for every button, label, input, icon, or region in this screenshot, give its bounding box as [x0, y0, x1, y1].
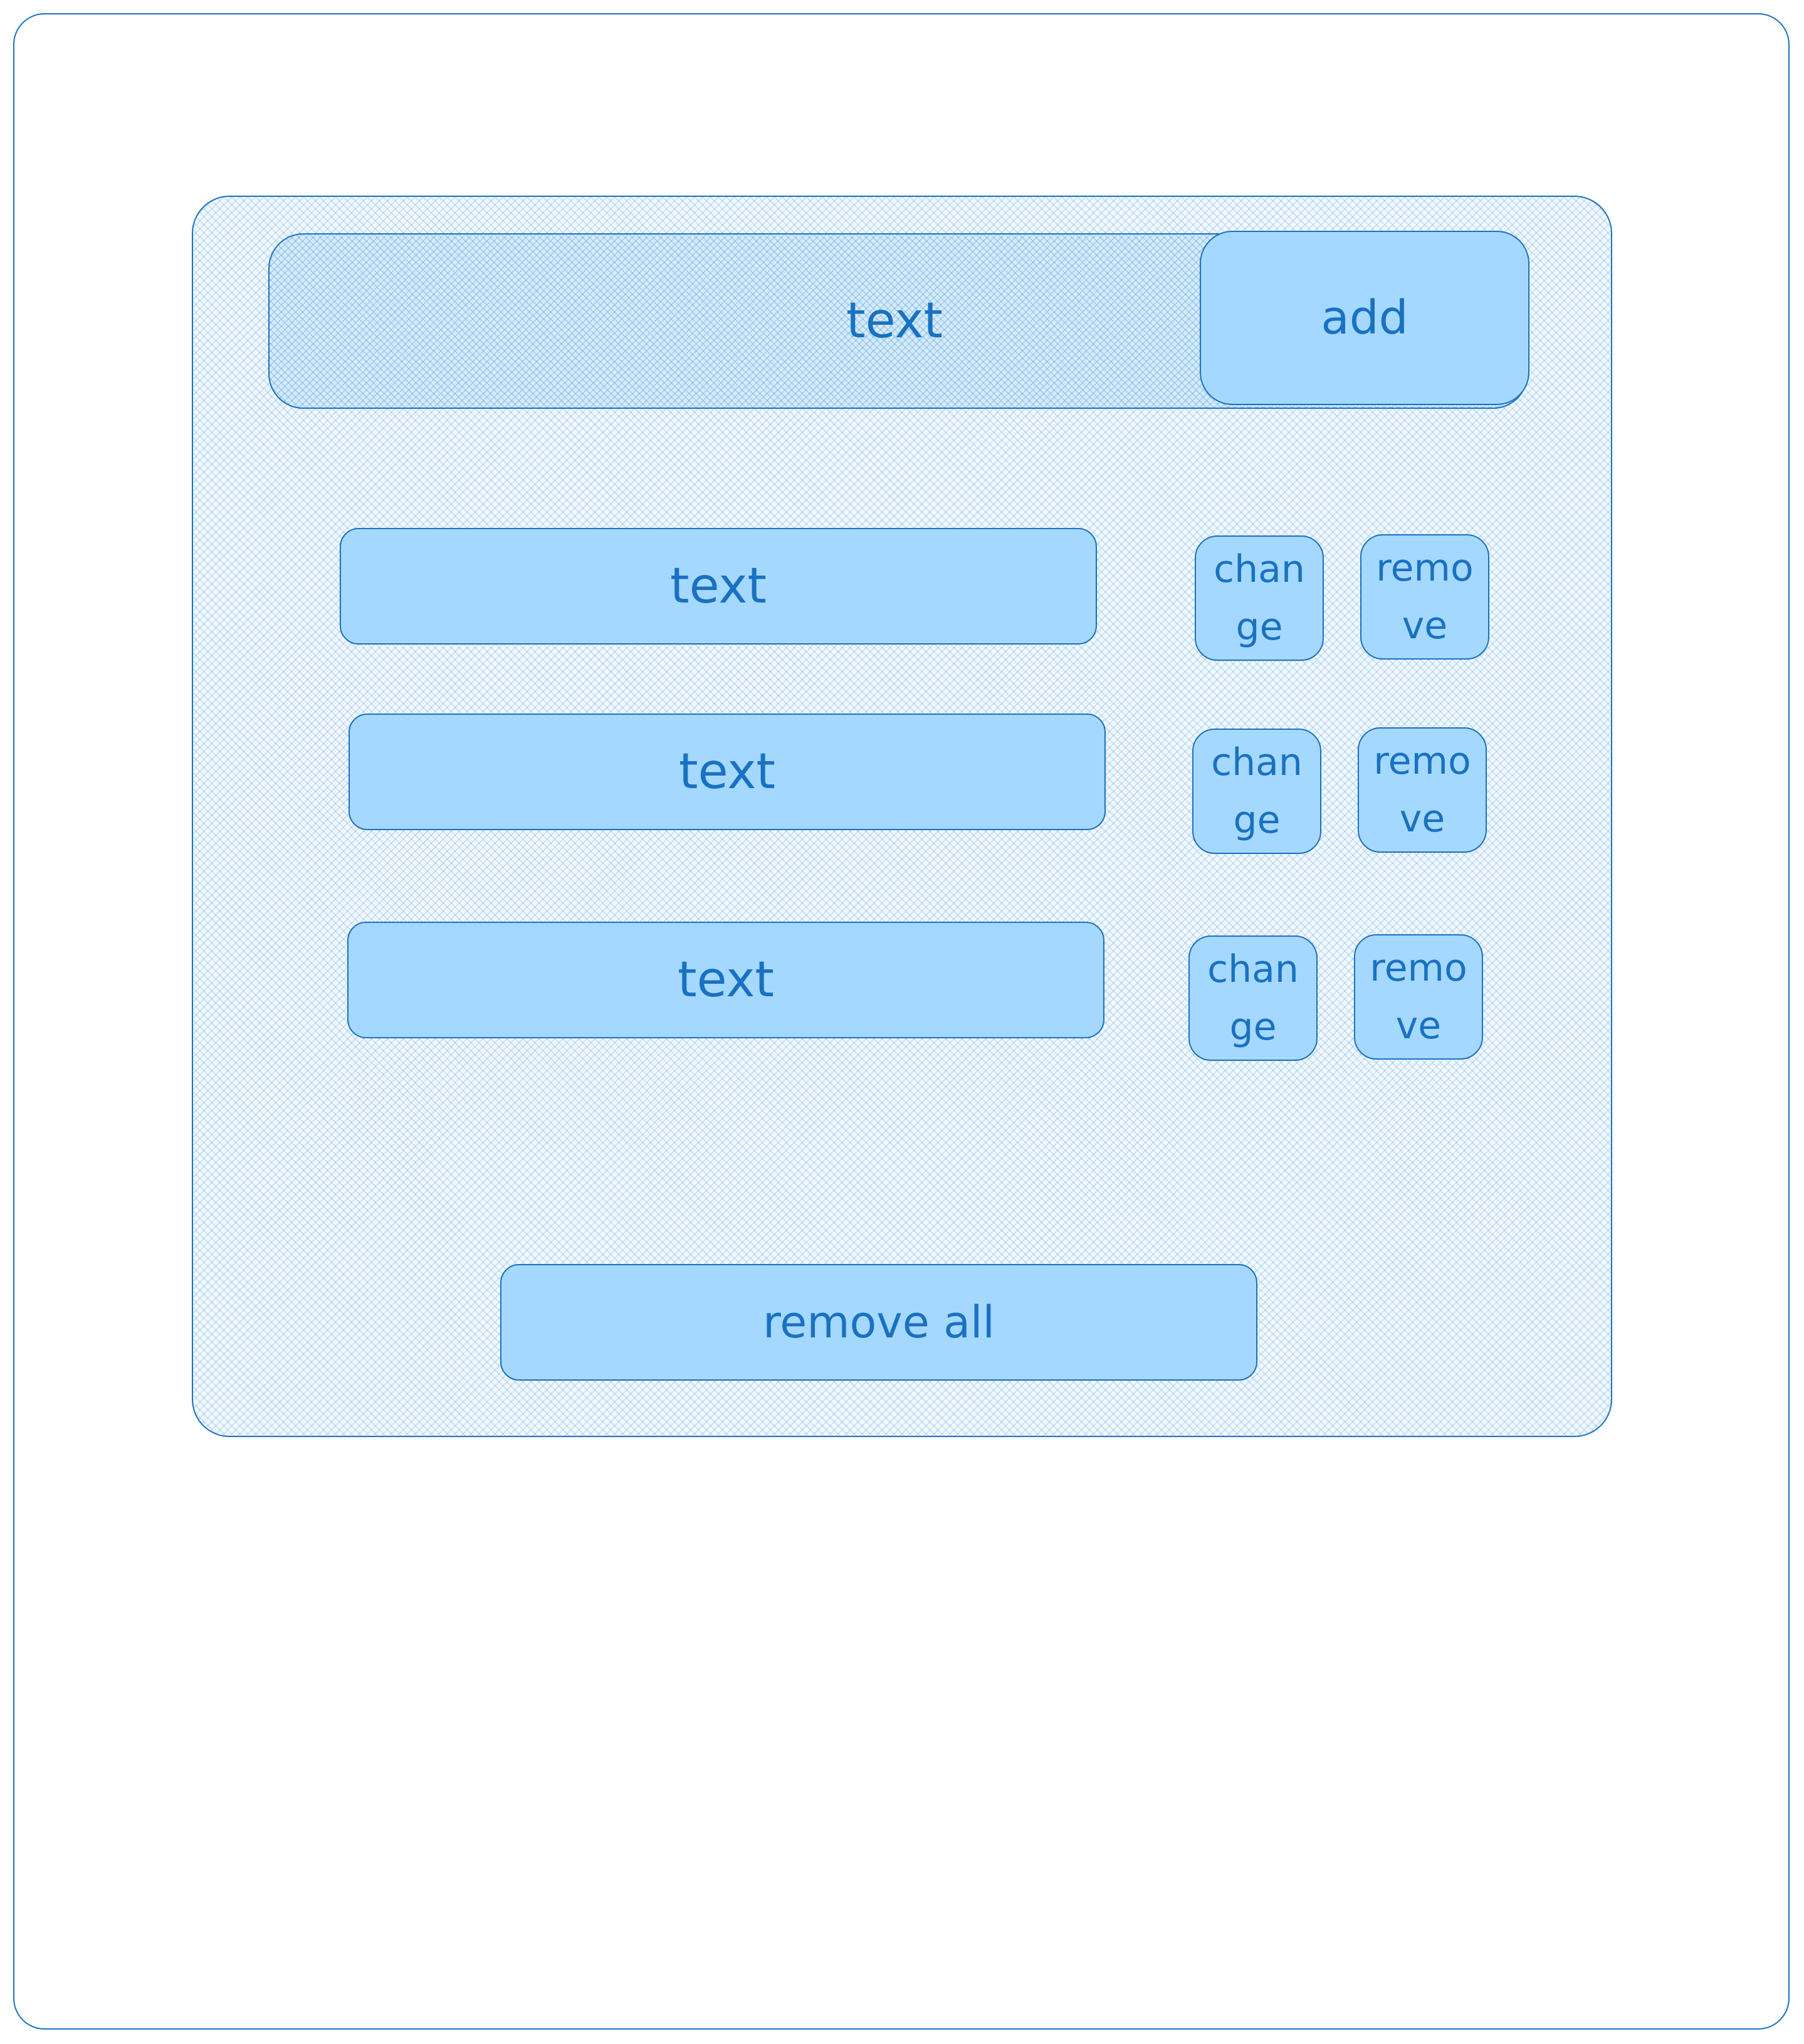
remove-button[interactable]: remove: [1358, 727, 1487, 853]
change-button[interactable]: change: [1188, 935, 1318, 1061]
change-button[interactable]: change: [1195, 535, 1324, 661]
change-button[interactable]: change: [1192, 729, 1321, 854]
add-button[interactable]: add: [1200, 231, 1529, 405]
text-input-value: text: [846, 293, 943, 349]
remove-button[interactable]: remove: [1360, 534, 1489, 660]
list-item-text: text: [340, 528, 1097, 645]
remove-button[interactable]: remove: [1354, 934, 1483, 1060]
remove-all-button[interactable]: remove all: [500, 1264, 1257, 1381]
list-item-text: text: [347, 922, 1104, 1038]
list-item-text: text: [349, 714, 1106, 830]
